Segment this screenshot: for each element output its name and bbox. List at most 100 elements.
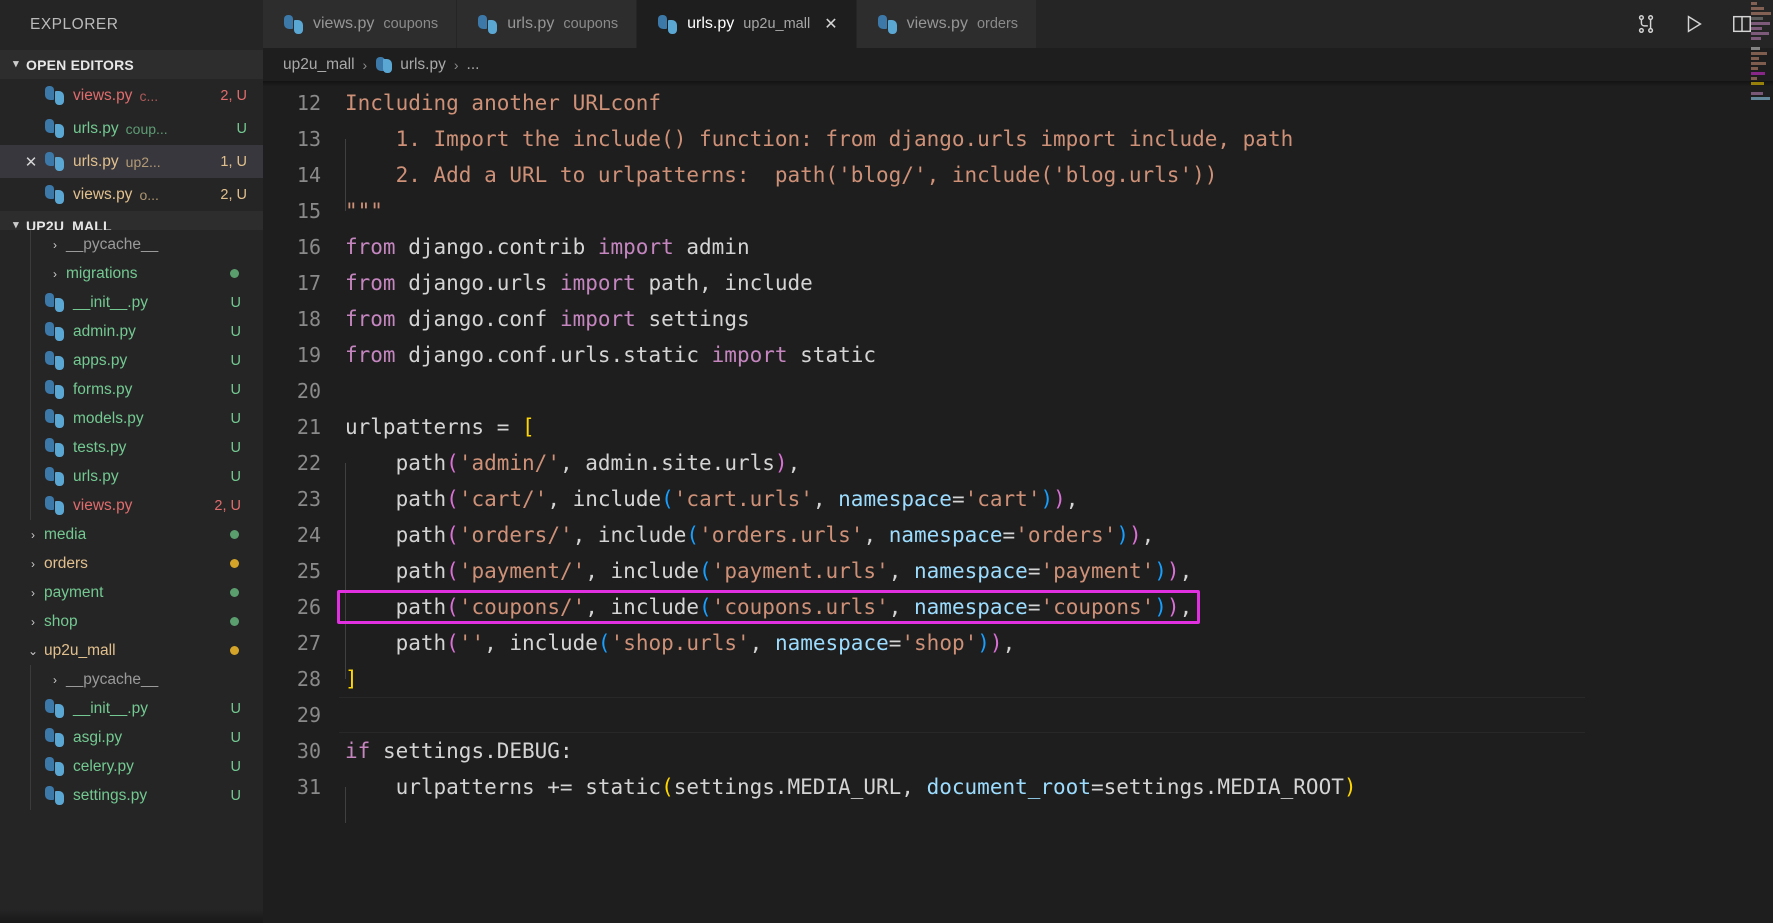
tree-file-item[interactable]: celery.py U — [0, 752, 263, 781]
code-line[interactable]: 25 path('payment/', include('payment.url… — [263, 553, 1773, 607]
code-token: path — [345, 595, 447, 619]
tree-item-label: media — [44, 525, 87, 543]
python-file-icon — [44, 85, 65, 106]
code-line[interactable]: 27 path('', include('shop.urls', namespa… — [263, 625, 1773, 679]
python-file-icon — [44, 408, 65, 429]
tree-folder-item[interactable]: ⌄ up2u_mall — [0, 636, 263, 665]
close-icon[interactable]: ✕ — [18, 153, 44, 171]
code-line[interactable]: 13 1. Import the include() function: fro… — [263, 121, 1773, 175]
tree-folder-item[interactable]: › orders — [0, 549, 263, 578]
code-line[interactable]: 19 from django.conf.urls.static import st… — [263, 337, 1773, 373]
breadcrumb-file[interactable]: urls.py — [400, 56, 446, 74]
tree-item-label: celery.py — [73, 757, 134, 775]
code-line[interactable]: 20 — [263, 373, 1773, 409]
tree-folder-item[interactable]: › __pycache__ — [0, 665, 263, 694]
open-editor-item[interactable]: views.py o... 2, U — [0, 178, 263, 211]
line-number: 29 — [296, 703, 321, 727]
tree-file-item[interactable]: views.py 2, U — [0, 491, 263, 520]
editor-tab[interactable]: urls.py up2u_mall ✕ — [637, 0, 857, 48]
code-token: , include — [572, 523, 687, 547]
tree-item-label: __pycache__ — [66, 235, 159, 253]
code-token: = — [1002, 523, 1016, 547]
code-line-text: from django.urls import path, include — [343, 265, 813, 301]
close-icon[interactable]: ✕ — [824, 14, 837, 34]
breadcrumb-folder[interactable]: up2u_mall — [283, 56, 355, 74]
tree-item-label: __pycache__ — [66, 670, 159, 688]
line-number: 22 — [296, 451, 321, 475]
chevron-right-icon[interactable]: › — [22, 586, 44, 600]
tree-file-item[interactable]: tests.py U — [0, 433, 263, 462]
chevron-down-icon[interactable]: ⌄ — [22, 644, 44, 658]
code-line[interactable]: 24 path('orders/', include('orders.urls'… — [263, 517, 1773, 571]
tree-folder-item[interactable]: › payment — [0, 578, 263, 607]
tree-file-item[interactable]: asgi.py U — [0, 723, 263, 752]
tree-file-item[interactable]: apps.py U — [0, 346, 263, 375]
tree-item-status-badge: U — [230, 468, 241, 485]
editor-tab[interactable]: urls.py coupons — [457, 0, 638, 48]
tree-folder-item[interactable]: › shop — [0, 607, 263, 636]
code-line[interactable]: 26 path('coupons/', include('coupons.url… — [263, 589, 1773, 643]
code-line[interactable]: 23 path('cart/', include('cart.urls', na… — [263, 481, 1773, 535]
code-line[interactable]: 12 Including another URLconf — [263, 85, 1773, 121]
tree-item-status-badge: U — [230, 758, 241, 775]
editor-tab[interactable]: views.py coupons — [263, 0, 458, 48]
tab-file-name: urls.py — [507, 15, 555, 32]
code-line[interactable]: 18 from django.conf import settings — [263, 301, 1773, 337]
code-line[interactable]: 16 from django.contrib import admin — [263, 229, 1773, 265]
tree-file-item[interactable]: forms.py U — [0, 375, 263, 404]
open-editor-item[interactable]: urls.py coup... U — [0, 112, 263, 145]
chevron-right-icon[interactable]: › — [22, 557, 44, 571]
chevron-right-icon[interactable]: › — [22, 528, 44, 542]
code-line[interactable]: 29 — [263, 697, 1773, 733]
open-editor-item[interactable]: ✕ urls.py up2... 1, U — [0, 145, 263, 178]
minimap-line — [1751, 57, 1759, 60]
chevron-right-icon: › — [362, 56, 368, 73]
python-file-icon — [44, 151, 65, 172]
tree-file-item[interactable]: urls.py U — [0, 462, 263, 491]
code-line[interactable]: 21 urlpatterns = [ — [263, 409, 1773, 445]
code-line[interactable]: 31 urlpatterns += static(settings.MEDIA_… — [263, 769, 1773, 823]
source-control-icon[interactable] — [1635, 13, 1657, 35]
code-line[interactable]: 22 path('admin/', admin.site.urls), — [263, 445, 1773, 499]
tree-folder-item[interactable]: › media — [0, 520, 263, 549]
chevron-right-icon[interactable]: › — [44, 267, 66, 281]
code-token: ) — [1053, 487, 1066, 511]
code-token: ( — [446, 559, 459, 583]
code-line[interactable]: 17 from django.urls import path, include — [263, 265, 1773, 301]
code-line[interactable]: 28] — [263, 661, 1773, 697]
chevron-right-icon[interactable]: › — [44, 238, 66, 252]
chevron-right-icon[interactable]: › — [22, 615, 44, 629]
line-number: 31 — [296, 775, 321, 799]
python-file-icon — [44, 437, 65, 458]
tree-file-item[interactable]: __init__.py U — [0, 288, 263, 317]
code-line[interactable]: 14 2. Add a URL to urlpatterns: path('bl… — [263, 157, 1773, 211]
editor-tab[interactable]: views.py orders — [856, 0, 1038, 48]
tab-file-name: views.py — [313, 15, 375, 32]
code-token: django.conf.urls.static — [395, 343, 712, 367]
tree-folder-item[interactable]: › __pycache__ — [0, 230, 263, 259]
code-viewport[interactable]: 12 Including another URLconf 13 1. Import … — [263, 81, 1773, 923]
run-icon[interactable] — [1683, 13, 1705, 35]
code-line[interactable]: 15 """ — [263, 193, 1773, 229]
chevron-right-icon: › — [453, 56, 459, 73]
open-editor-item[interactable]: views.py c... 2, U — [0, 79, 263, 112]
breadcrumb-more[interactable]: ... — [467, 56, 480, 74]
tree-file-item[interactable]: __init__.py U — [0, 694, 263, 723]
tree-folder-item[interactable]: › migrations — [0, 259, 263, 288]
code-token: path — [345, 523, 447, 547]
chevron-down-icon: ▾ — [13, 58, 19, 70]
open-editors-section-header[interactable]: ▾ OPEN EDITORS — [0, 50, 263, 79]
open-editor-name: views.py — [73, 185, 133, 203]
minimap[interactable] — [1749, 0, 1773, 120]
tree-file-item[interactable]: admin.py U — [0, 317, 263, 346]
code-line-text: if settings.DEBUG: — [343, 733, 573, 769]
chevron-right-icon[interactable]: › — [44, 673, 66, 687]
code-line-text: """ — [343, 193, 383, 229]
minimap-line — [1751, 62, 1766, 65]
code-line-text: Including another URLconf — [343, 85, 661, 121]
tree-file-item[interactable]: models.py U — [0, 404, 263, 433]
code-line-text: path('admin/', admin.site.urls), — [343, 445, 800, 499]
tree-file-item[interactable]: settings.py U — [0, 781, 263, 810]
open-editor-folder: coup... — [125, 120, 168, 137]
code-line[interactable]: 30 if settings.DEBUG: — [263, 733, 1773, 769]
